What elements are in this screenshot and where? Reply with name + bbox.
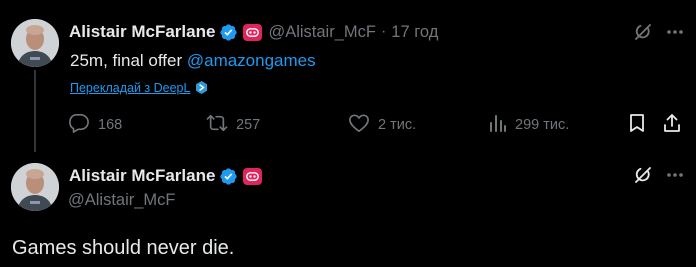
translate-link[interactable]: Перекладай з DeepL	[70, 81, 190, 95]
timestamp[interactable]: 17 год	[391, 23, 438, 42]
like-count: 2 тис.	[378, 117, 417, 133]
mention-link[interactable]: @amazongames	[187, 51, 316, 70]
repost-button[interactable]: 257	[206, 112, 260, 138]
views-button[interactable]: 299 тис.	[489, 112, 569, 138]
grok-icon[interactable]	[633, 165, 653, 185]
verified-badge-icon	[219, 167, 238, 186]
avatar[interactable]	[11, 163, 59, 211]
tweet-text: 25m, final offer @amazongames	[70, 51, 316, 71]
views-icon	[489, 113, 515, 137]
reply-icon	[68, 113, 98, 137]
tweet-2[interactable]: Alistair McFarlane @Alistair_McF Games s…	[0, 150, 696, 267]
like-button[interactable]: 2 тис.	[348, 112, 416, 138]
grok-icon[interactable]	[633, 22, 653, 42]
bookmark-icon	[628, 113, 654, 137]
handle[interactable]: @Alistair_McF	[268, 23, 376, 42]
affiliation-badge-icon[interactable]	[243, 167, 263, 185]
tweet-1[interactable]: Alistair McFarlane @Alistair_McF · 17 го…	[0, 0, 696, 152]
translate-row: Перекладай з DeepL	[70, 80, 209, 95]
tweet-actions: 168 257 2 тис. 299 тис.	[66, 112, 686, 138]
reply-count: 168	[98, 117, 123, 133]
share-icon	[662, 113, 690, 137]
verified-badge-icon	[219, 23, 238, 42]
tweet-2-top-actions	[633, 165, 684, 185]
like-icon	[348, 113, 378, 137]
separator-dot: ·	[380, 23, 387, 40]
tweet-text-body: 25m, final offer	[70, 51, 187, 70]
thread-line	[34, 70, 36, 152]
avatar[interactable]	[11, 19, 59, 67]
bookmark-button[interactable]	[628, 112, 654, 138]
reply-button[interactable]: 168	[68, 112, 122, 138]
tweet-1-top-actions	[633, 22, 684, 42]
more-icon[interactable]	[666, 29, 684, 35]
more-icon[interactable]	[666, 172, 684, 178]
repost-count: 257	[236, 117, 261, 133]
handle[interactable]: @Alistair_McF	[68, 191, 176, 210]
tweet-text: Games should never die.	[12, 237, 235, 259]
display-name[interactable]: Alistair McFarlane	[69, 166, 215, 186]
share-button[interactable]	[662, 112, 690, 138]
tweet-header: Alistair McFarlane @Alistair_McF · 17 го…	[69, 20, 438, 44]
affiliation-badge-icon[interactable]	[243, 23, 263, 41]
deepl-icon	[194, 80, 209, 95]
display-name[interactable]: Alistair McFarlane	[69, 22, 215, 42]
repost-icon	[206, 113, 236, 137]
views-count: 299 тис.	[515, 117, 570, 133]
tweet-header: Alistair McFarlane	[69, 164, 263, 188]
